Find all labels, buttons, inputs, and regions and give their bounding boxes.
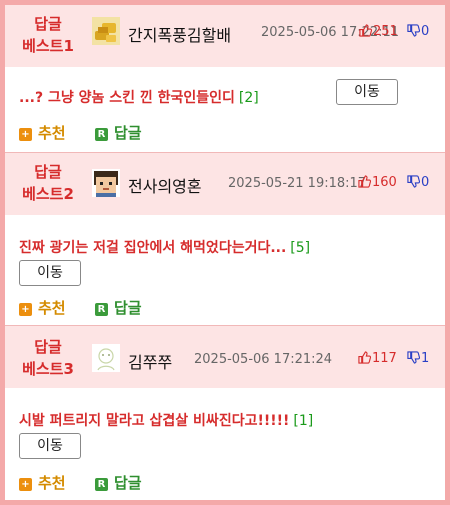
reply-label: 답글	[114, 299, 142, 317]
gold-avatar-icon[interactable]	[92, 17, 120, 45]
plus-icon: +	[19, 128, 32, 141]
reply-button[interactable]: R 답글	[95, 297, 142, 318]
upvote-count: 117	[372, 351, 397, 366]
reply-body: 시발 퍼트리지 말라고 삽겹살 비싸진다고!!!!! [1] 이동 + 추천 R 답글	[5, 388, 445, 500]
move-button[interactable]: 이동	[336, 79, 398, 105]
recommend-button[interactable]: + 추천	[19, 472, 66, 493]
reply-body: 진짜 광기는 저걸 집안에서 해먹었다는거다... [5] 이동 + 추천 R 답글	[5, 215, 445, 325]
reply-header: 답글 베스트2 전사의영혼 2025-05-21 19:18:17 160 0	[5, 153, 445, 215]
reply-header: 답글 베스트1 간지폭풍김할배 2025-05-06 17:22:11 251 …	[5, 5, 445, 67]
reply-icon: R	[95, 303, 108, 316]
comment-count: [5]	[290, 240, 311, 256]
downvote-button[interactable]: 0	[407, 24, 429, 39]
reply-label: 답글	[114, 474, 142, 492]
plus-icon: +	[19, 303, 32, 316]
rank-label: 답글	[34, 163, 62, 181]
downvote-count: 0	[421, 175, 430, 190]
reply-button[interactable]: R 답글	[95, 122, 142, 143]
rank-number: 베스트3	[22, 360, 74, 378]
plus-icon: +	[19, 478, 32, 491]
reply-label: 답글	[114, 124, 142, 142]
reply-title[interactable]: ...? 그냥 양놈 스킨 낀 한국인들인디 [2]	[19, 87, 259, 107]
rank-number: 베스트2	[22, 185, 74, 203]
post-datetime: 2025-05-21 19:18:17	[228, 176, 367, 191]
reply-button[interactable]: R 답글	[95, 472, 142, 493]
nickname[interactable]: 전사의영혼	[128, 173, 202, 197]
thumbs-up-icon	[358, 175, 372, 188]
reply-title[interactable]: 시발 퍼트리지 말라고 삽겹살 비싸진다고!!!!! [1]	[19, 410, 313, 430]
thumbs-down-icon	[407, 175, 421, 188]
thumbs-down-icon	[407, 351, 421, 364]
rank-number: 베스트1	[22, 37, 74, 55]
rank-badge: 답글 베스트3	[15, 336, 81, 380]
sketch-avatar-icon[interactable]	[92, 344, 120, 372]
recommend-label: 추천	[38, 124, 66, 142]
reply-body: ...? 그냥 양놈 스킨 낀 한국인들인디 [2] 이동 + 추천 R 답글	[5, 67, 445, 152]
reply-title-text: 시발 퍼트리지 말라고 삽겹살 비싸진다고!!!!!	[19, 413, 290, 429]
thumbs-up-icon	[359, 24, 373, 37]
recommend-button[interactable]: + 추천	[19, 297, 66, 318]
reply-icon: R	[95, 478, 108, 491]
nickname[interactable]: 김쭈쭈	[128, 349, 172, 373]
move-button[interactable]: 이동	[19, 260, 81, 286]
reply-title[interactable]: 진짜 광기는 저걸 집안에서 해먹었다는거다... [5]	[19, 237, 310, 257]
downvote-button[interactable]: 1	[407, 351, 429, 366]
rank-label: 답글	[34, 15, 62, 33]
upvote-count: 160	[372, 175, 397, 190]
upvote-button[interactable]: 117	[358, 351, 397, 366]
rank-badge: 답글 베스트1	[15, 13, 81, 57]
reply-icon: R	[95, 128, 108, 141]
thumbs-up-icon	[358, 351, 372, 364]
recommend-label: 추천	[38, 299, 66, 317]
upvote-button[interactable]: 251	[359, 24, 398, 39]
nickname[interactable]: 간지폭풍김할배	[128, 22, 231, 46]
downvote-count: 0	[421, 24, 430, 39]
rank-badge: 답글 베스트2	[15, 161, 81, 205]
comment-count: [2]	[238, 90, 259, 106]
best-replies-panel: 답글 베스트1 간지폭풍김할배 2025-05-06 17:22:11 251 …	[5, 5, 445, 500]
move-button[interactable]: 이동	[19, 433, 81, 459]
rank-label: 답글	[34, 338, 62, 356]
reply-title-text: 진짜 광기는 저걸 집안에서 해먹었다는거다...	[19, 240, 287, 256]
reply-title-text: ...? 그냥 양놈 스킨 낀 한국인들인디	[19, 90, 235, 106]
recommend-button[interactable]: + 추천	[19, 122, 66, 143]
pixel-face-avatar-icon[interactable]	[92, 169, 120, 197]
comment-count: [1]	[293, 413, 314, 429]
downvote-count: 1	[421, 351, 430, 366]
upvote-count: 251	[373, 24, 398, 39]
downvote-button[interactable]: 0	[407, 175, 429, 190]
upvote-button[interactable]: 160	[358, 175, 397, 190]
recommend-label: 추천	[38, 474, 66, 492]
thumbs-down-icon	[407, 24, 421, 37]
reply-header: 답글 베스트3 김쭈쭈 2025-05-06 17:21:24 117 1	[5, 326, 445, 388]
post-datetime: 2025-05-06 17:21:24	[194, 352, 333, 367]
